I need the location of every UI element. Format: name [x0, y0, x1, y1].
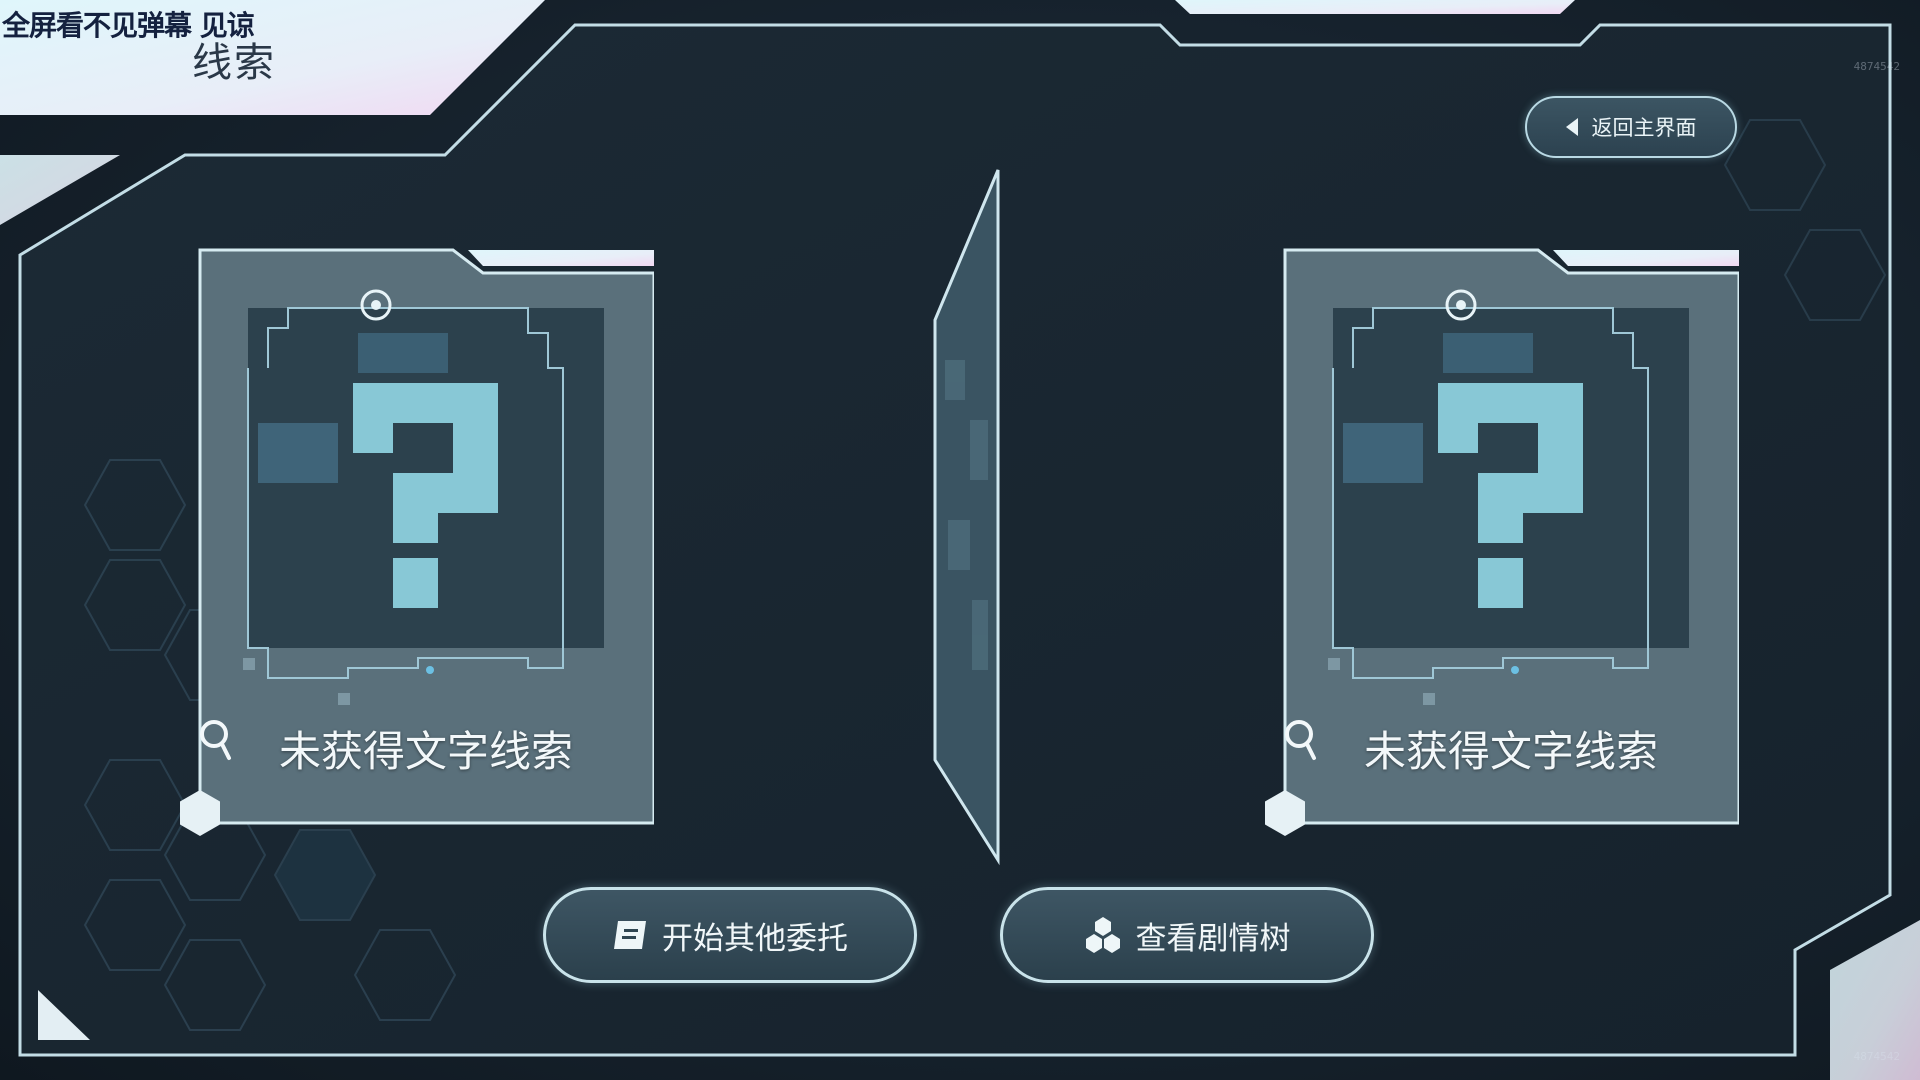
clue-card-right[interactable]: 未获得文字线索	[1283, 248, 1739, 825]
back-button-label: 返回主界面	[1591, 116, 1697, 140]
back-to-main-button[interactable]: 返回主界面	[1525, 96, 1737, 158]
game-screen: 全屏看不见弹幕 见谅 线索 返回主界面 未获得文字线索 未获得文字线索 开始其他…	[0, 0, 1920, 1080]
watermark-top: 4874542	[1853, 60, 1900, 73]
view-story-tree-button[interactable]: 查看剧情树	[1000, 887, 1374, 983]
search-icon	[200, 720, 231, 760]
story-tree-label: 查看剧情树	[1135, 920, 1291, 957]
start-other-commission-button[interactable]: 开始其他委托	[543, 887, 917, 983]
back-arrow-icon	[1565, 118, 1578, 136]
watermark-bottom: 4874542	[1853, 1050, 1900, 1063]
clue-card-left[interactable]: 未获得文字线索	[198, 248, 654, 825]
search-icon	[1285, 720, 1316, 760]
page-title: 线索	[192, 40, 276, 86]
clue-status: 未获得文字线索	[198, 718, 654, 779]
clue-status: 未获得文字线索	[1283, 718, 1739, 779]
start-other-label: 开始其他委托	[662, 920, 848, 957]
clue-status-text: 未获得文字线索	[278, 727, 573, 776]
hexagon-cluster-icon	[1085, 917, 1120, 953]
clue-status-text: 未获得文字线索	[1363, 727, 1658, 776]
document-icon	[614, 921, 646, 949]
top-strip	[1175, 0, 1575, 14]
